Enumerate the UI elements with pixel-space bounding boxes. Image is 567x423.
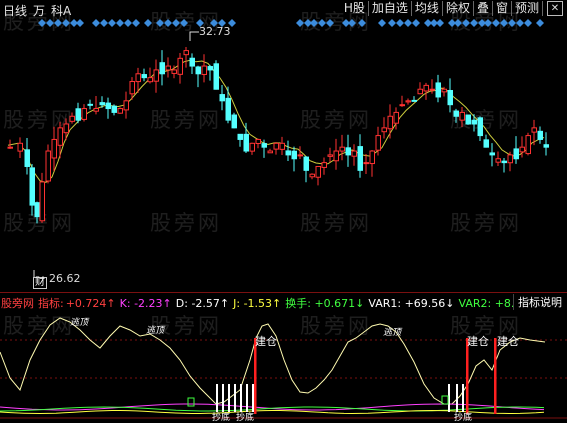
- build-position-label: 建仓: [497, 335, 519, 348]
- bottom-fishing-label: 抄底: [212, 413, 231, 423]
- indicator-chart[interactable]: [0, 0, 567, 422]
- escape-top-label: 逃顶: [70, 318, 89, 328]
- bottom-signal-bar: [462, 384, 464, 412]
- bottom-signal-bar: [234, 384, 236, 412]
- build-signal-bar: [494, 338, 497, 414]
- bottom-signal-bar: [240, 384, 242, 412]
- build-signal-bar: [254, 338, 257, 414]
- bottom-signal-bar: [216, 384, 218, 412]
- bottom-fishing-label: 抄底: [454, 413, 473, 423]
- bottom-signal-bar: [246, 384, 248, 412]
- escape-top-label: 逃顶: [146, 326, 165, 336]
- bottom-signal-bar: [456, 384, 458, 412]
- escape-top-label: 逃顶: [383, 328, 402, 338]
- bottom-signal-bar: [252, 384, 254, 412]
- build-position-label: 建仓: [255, 335, 277, 348]
- bottom-signal-bar: [222, 384, 224, 412]
- bottom-signal-bar: [228, 384, 230, 412]
- build-signal-bar: [466, 338, 469, 414]
- bottom-fishing-label: 抄底: [236, 413, 255, 423]
- turnover-stub: [187, 397, 195, 407]
- build-position-label: 建仓: [467, 335, 489, 348]
